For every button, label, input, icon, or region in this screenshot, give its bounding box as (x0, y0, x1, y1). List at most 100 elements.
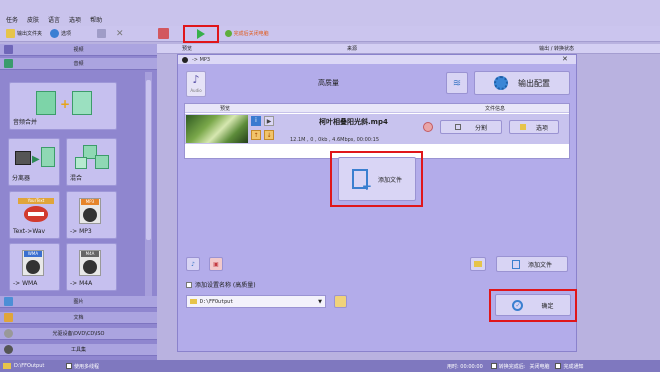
tile-mp3[interactable]: MP3 -> MP3 (66, 191, 117, 239)
split-label: 分割 (474, 124, 487, 132)
ok-button[interactable]: ✓ 确定 (495, 294, 571, 316)
column-source: 来源 (346, 46, 357, 52)
power-icon (224, 30, 232, 37)
file-list-col-preview: 预览 (219, 105, 230, 112)
menu-item-task[interactable]: 任务 (6, 15, 18, 24)
menu-item-options[interactable]: 选项 (69, 15, 81, 24)
move-up-button[interactable]: ↑ (251, 130, 261, 140)
after-convert-label: 转换完成后: (498, 363, 526, 370)
stop-icon[interactable] (157, 28, 169, 39)
video-thumbnail (186, 115, 248, 143)
sidebar-scrollbar-thumb[interactable] (146, 80, 151, 240)
mp3-badge: MP3 (81, 199, 99, 205)
settings-gear-icon (494, 76, 508, 90)
add-file-icon: + (351, 169, 372, 193)
audio-format-icon: ♪ Audio (186, 71, 206, 97)
add-file-center-label: 添加文件 (377, 176, 402, 184)
menu-item-skin[interactable]: 皮肤 (27, 15, 39, 24)
add-folder-button[interactable] (470, 257, 486, 271)
add-settings-name-checkbox[interactable] (186, 281, 192, 288)
options-wrench-icon (519, 124, 526, 130)
app-logo-icon (182, 56, 188, 63)
shutdown-after-toggle[interactable]: 完成后关闭电脑 (223, 28, 271, 40)
menu-item-language[interactable]: 语言 (48, 15, 60, 24)
convert-dialog: -> MP3 ✕ ♪ Audio 高质量 ≋ 输出配置 预览 文件信息 i ▶ … (177, 54, 577, 352)
tile-mix[interactable]: 混合 (66, 138, 117, 186)
sidebar-section-audio[interactable]: 音频 (0, 58, 157, 70)
tile-wma-label: -> WMA (13, 280, 38, 287)
add-file-button[interactable]: 添加文件 (496, 256, 568, 272)
play-icon (196, 28, 205, 39)
tile-audio-merge[interactable]: + 音频合并 (9, 82, 117, 130)
sidebar-rom-label: 光驱设备\DVD\CD\ISO (52, 331, 105, 337)
multithread-checkbox[interactable] (66, 363, 72, 369)
sidebar-document-label: 文档 (73, 315, 84, 321)
profile-switch-button[interactable]: ≋ (446, 72, 468, 94)
elapsed-time: 用时: 00:00:00 (447, 363, 483, 370)
move-down-button[interactable]: ↓ (264, 130, 274, 140)
play-preview-button[interactable]: ▶ (264, 116, 274, 126)
column-output-status: 输出 / 转换状态 (539, 46, 574, 52)
sidebar-scrollbar[interactable] (145, 72, 152, 296)
sidebar-section-document[interactable]: 文档 (0, 312, 157, 324)
sidebar-section-picture[interactable]: 图片 (0, 296, 157, 308)
output-config-label: 输出配置 (518, 78, 550, 88)
music-note-icon (4, 59, 13, 68)
clear-list-button[interactable]: ▣ (209, 257, 223, 271)
options-icon (50, 29, 60, 38)
split-icon (454, 124, 461, 130)
wma-icon: WMA (16, 250, 56, 276)
text-to-speech-icon: YourText (16, 198, 56, 224)
info-button[interactable]: i (251, 116, 261, 126)
sidebar-toolbox-label: 工具集 (70, 347, 86, 353)
tile-m4a-label: -> M4A (70, 280, 93, 287)
sidebar: 视频 音频 + 音频合并 ▶ 分离器 混合 YourText Text->Wav… (0, 44, 157, 372)
menu-item-help[interactable]: 帮助 (90, 15, 102, 24)
after-convert-checkbox[interactable] (490, 363, 497, 369)
start-button-highlight[interactable] (182, 24, 219, 43)
chevron-down-icon: ▼ (318, 298, 322, 305)
tile-wma[interactable]: WMA -> WMA (9, 243, 60, 291)
folder-icon (6, 29, 15, 38)
output-path-select[interactable]: D:\FFOutput ▼ (186, 295, 326, 308)
tile-m4a[interactable]: M4A -> M4A (66, 243, 117, 291)
sidebar-section-rom[interactable]: 光驱设备\DVD\CD\ISO (0, 328, 157, 340)
dialog-close-icon[interactable]: ✕ (562, 55, 568, 63)
file-meta: 12.1M , 0 , 0kb , 4.6Mbps, 00:00:15 (290, 137, 380, 143)
remove-file-button[interactable] (423, 122, 433, 132)
file-options-label: 选项 (535, 124, 548, 132)
file-row[interactable]: i ▶ ↑ ↓ 柯叶相叠阳光斜.mp4 分割 选项 12.1M , 0 , 0k… (185, 114, 569, 144)
output-config-button[interactable]: 输出配置 (474, 71, 570, 95)
document-icon (4, 313, 13, 322)
path-folder-icon (190, 299, 197, 304)
menu-bar: 任务 皮肤 语言 选项 帮助 (0, 12, 660, 26)
file-options-button[interactable]: 选项 (509, 120, 559, 134)
sidebar-section-toolbox[interactable]: 工具集 (0, 344, 157, 356)
mp3-icon: MP3 (73, 198, 113, 224)
browse-folder-button[interactable] (334, 295, 347, 308)
music-merge-icon: + (36, 89, 96, 115)
audio-settings-button[interactable]: ♪ (186, 257, 200, 271)
mix-icon (73, 145, 113, 171)
ok-label: 确定 (541, 302, 554, 310)
sidebar-section-video[interactable]: 视频 (0, 44, 157, 56)
split-button[interactable]: 分割 (440, 120, 502, 134)
tile-splitter[interactable]: ▶ 分离器 (8, 138, 60, 186)
dialog-title: -> MP3 (192, 56, 211, 63)
toolbar: 输出文件夹 选项 ✕ 完成后关闭电脑 (0, 24, 660, 43)
add-settings-name-checkbox-row[interactable]: 添加设置名称 (高质量) (186, 280, 256, 289)
task-list-header: 预览 来源 输出 / 转换状态 (157, 44, 660, 54)
close-pc-label: 关闭电脑 (529, 363, 550, 370)
remove-icon[interactable] (97, 29, 107, 38)
notify-checkbox[interactable] (555, 363, 562, 369)
options-button[interactable]: 选项 (48, 28, 73, 40)
picture-icon (4, 297, 13, 306)
clear-icon[interactable]: ✕ (116, 29, 124, 39)
output-folder-button[interactable]: 输出文件夹 (4, 28, 44, 40)
add-file-center-button[interactable]: + 添加文件 (338, 157, 416, 201)
film-icon (4, 45, 13, 54)
file-name: 柯叶相叠阳光斜.mp4 (319, 118, 388, 126)
layers-icon: ≋ (452, 77, 462, 89)
m4a-badge: M4A (81, 251, 99, 257)
tile-text-to-wav[interactable]: YourText Text->Wav (9, 191, 60, 239)
